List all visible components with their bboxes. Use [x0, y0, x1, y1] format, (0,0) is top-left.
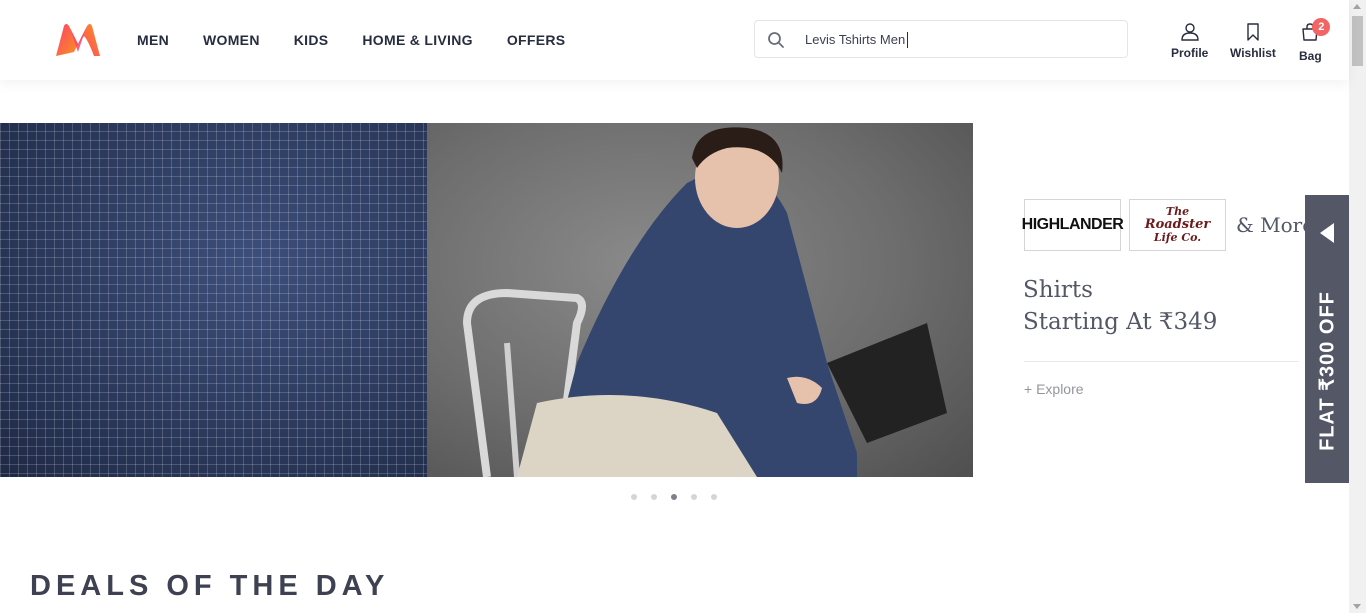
- scroll-up-arrow-icon[interactable]: [1353, 4, 1361, 9]
- nav-offers[interactable]: OFFERS: [507, 32, 566, 48]
- bag-icon-wrap: 2: [1300, 18, 1331, 49]
- carousel-dot-2[interactable]: [651, 494, 657, 500]
- hero-banner[interactable]: [0, 123, 973, 477]
- bag-button[interactable]: 2 Bag: [1299, 18, 1331, 63]
- carousel-dots: [631, 494, 731, 500]
- roadster-logo-text: The Roadster Life Co.: [1144, 205, 1211, 245]
- wishlist-label: Wishlist: [1230, 46, 1276, 60]
- main-nav: MEN WOMEN KIDS HOME & LIVING OFFERS: [137, 0, 599, 80]
- scroll-down-arrow-icon[interactable]: [1353, 604, 1361, 609]
- myntra-logo[interactable]: [54, 22, 102, 58]
- nav-women[interactable]: WOMEN: [203, 32, 260, 48]
- profile-icon: [1180, 23, 1199, 41]
- banner-shirt-fabric-image: [0, 123, 427, 477]
- promo-headline-line-2: Starting At ₹349: [1023, 309, 1218, 335]
- bag-label: Bag: [1299, 49, 1322, 63]
- roadster-line-3: Life Co.: [1153, 231, 1202, 245]
- scroll-thumb[interactable]: [1352, 16, 1363, 66]
- bag-count-badge: 2: [1312, 18, 1331, 36]
- wishlist-button[interactable]: Wishlist: [1230, 22, 1276, 60]
- search-box[interactable]: [754, 20, 1128, 58]
- deals-of-the-day-heading: DEALS OF THE DAY: [30, 570, 390, 602]
- top-header: MEN WOMEN KIDS HOME & LIVING OFFERS Prof…: [0, 0, 1349, 80]
- carousel-dot-3[interactable]: [671, 494, 677, 500]
- flat-offer-tab[interactable]: FLAT ₹300 OFF: [1305, 195, 1349, 483]
- promo-headline: Shirts Starting At ₹349: [1023, 274, 1217, 338]
- page-scrollbar[interactable]: [1349, 0, 1366, 613]
- carousel-dot-5[interactable]: [711, 494, 717, 500]
- bookmark-icon: [1247, 23, 1259, 41]
- carousel-dot-4[interactable]: [691, 494, 697, 500]
- text-caret: [907, 32, 908, 48]
- nav-kids[interactable]: KIDS: [294, 32, 329, 48]
- brands-more-text: & More: [1236, 213, 1315, 237]
- nav-men[interactable]: MEN: [137, 32, 169, 48]
- carousel-dot-1[interactable]: [631, 494, 637, 500]
- banner-model-image: [427, 123, 973, 477]
- promo-headline-line-1: Shirts: [1023, 277, 1093, 303]
- profile-label: Profile: [1171, 46, 1209, 60]
- model-illustration: [462, 127, 947, 477]
- offer-tab-text: FLAT ₹300 OFF: [1316, 291, 1339, 451]
- brand-logo-highlander[interactable]: HIGHLANDER: [1022, 199, 1124, 251]
- nav-home-living[interactable]: HOME & LIVING: [362, 32, 472, 48]
- roadster-line-2: Roadster: [1144, 216, 1211, 232]
- search-icon[interactable]: [767, 31, 785, 49]
- search-input[interactable]: [805, 21, 1105, 57]
- profile-button[interactable]: Profile: [1171, 22, 1208, 60]
- promo-divider: [1024, 361, 1299, 362]
- explore-link[interactable]: + Explore: [1024, 381, 1084, 397]
- brand-logo-roadster[interactable]: The Roadster Life Co.: [1129, 199, 1226, 251]
- collapse-arrow-icon[interactable]: [1320, 223, 1334, 243]
